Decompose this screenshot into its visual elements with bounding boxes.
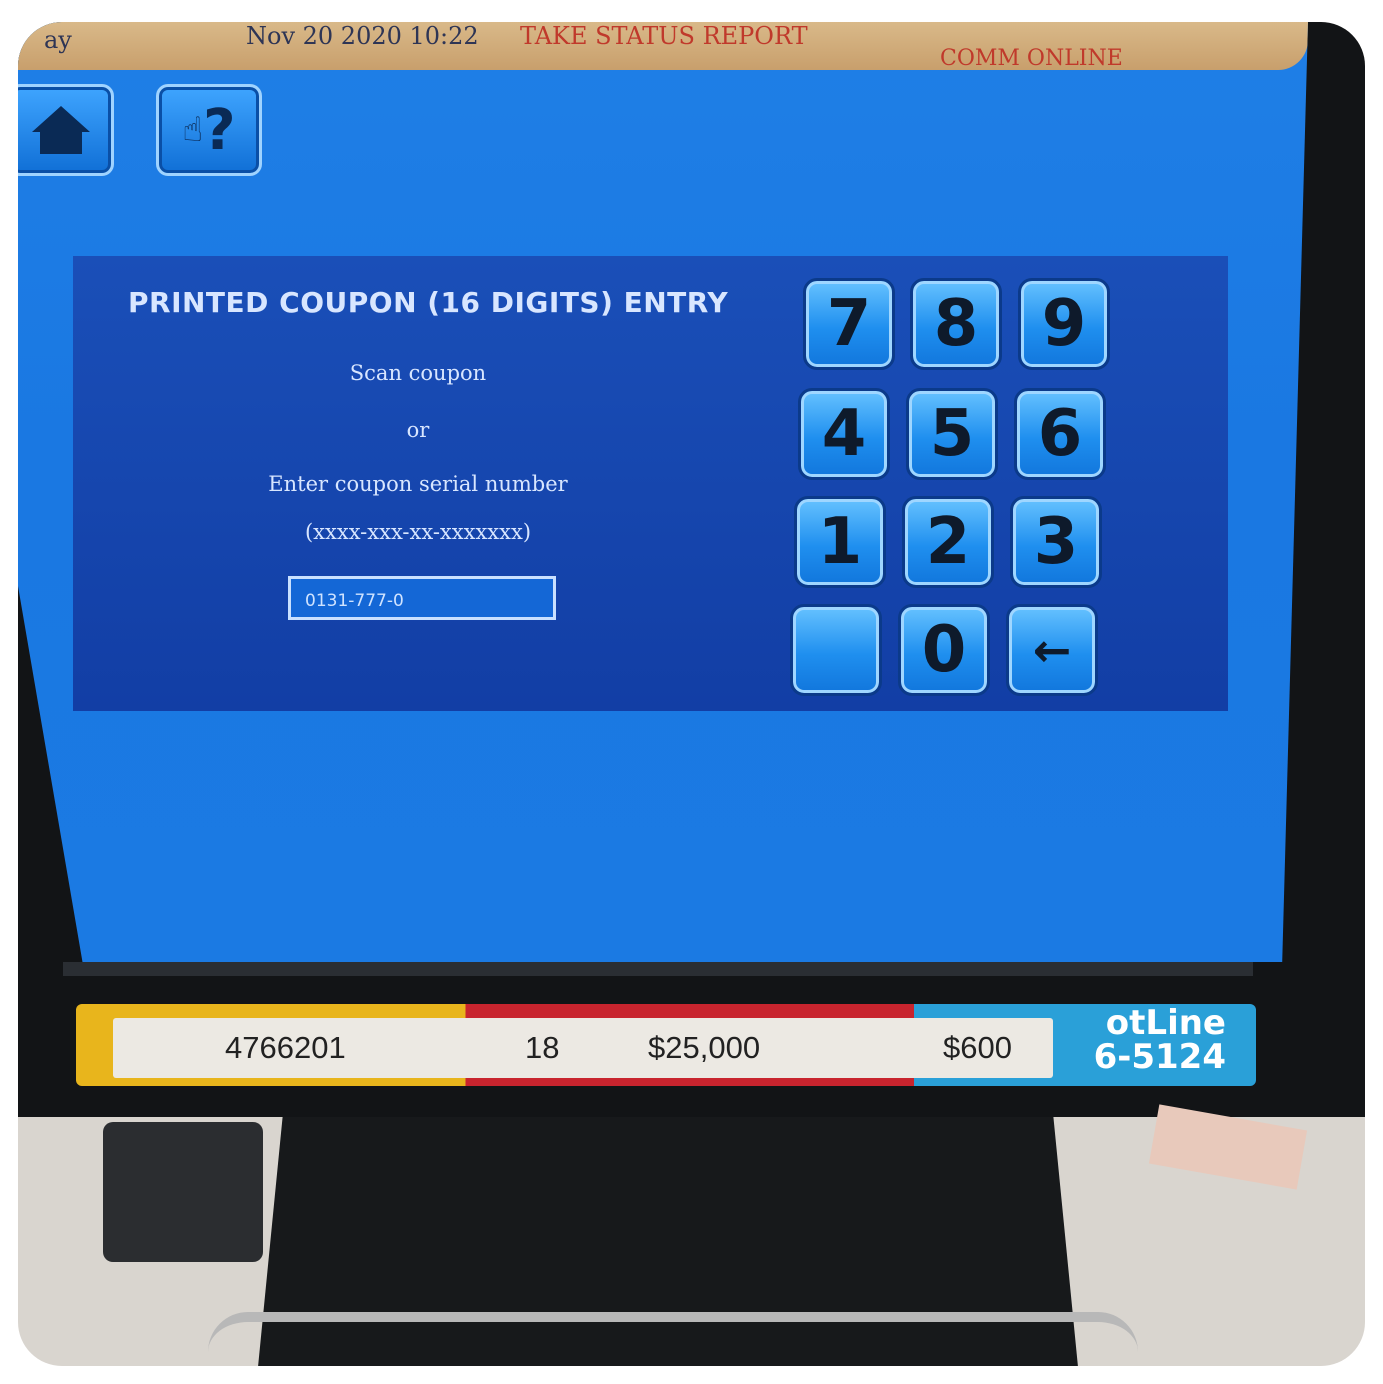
key-7[interactable]: 7 <box>803 278 895 370</box>
datetime-label: Nov 20 2020 10:22 <box>246 22 479 50</box>
pointer-icon: ☝ <box>182 110 204 150</box>
key-3[interactable]: 3 <box>1010 496 1102 588</box>
help-button[interactable]: ☝ ? <box>156 84 262 176</box>
numeric-keypad: 7 8 9 4 5 6 1 2 3 0 ← <box>778 278 1110 698</box>
photo-frame: ay Nov 20 2020 10:22 TAKE STATUS REPORT … <box>18 22 1365 1366</box>
status-bar: ay Nov 20 2020 10:22 TAKE STATUS REPORT … <box>18 22 1308 71</box>
terminal-screen: ay Nov 20 2020 10:22 TAKE STATUS REPORT … <box>18 22 1308 962</box>
connection-status: COMM ONLINE <box>940 46 1123 71</box>
key-1[interactable]: 1 <box>794 496 886 588</box>
retailer-label: 4766201 18 $25,000 $600 <box>113 1018 1053 1078</box>
serial-number-input[interactable]: 0131-777-0 <box>288 576 556 620</box>
back-arrow-icon: ← <box>1032 623 1072 677</box>
key-0[interactable]: 0 <box>898 604 990 696</box>
hotline-text: otLine 6-5124 <box>1094 1006 1226 1074</box>
hotline-line-2: 6-5124 <box>1093 1037 1226 1077</box>
paper-slips <box>1148 1104 1308 1190</box>
format-hint: (xxxx-xxx-xx-xxxxxxx) <box>304 520 532 544</box>
retailer-number: 4766201 <box>225 1030 346 1065</box>
key-8[interactable]: 8 <box>910 278 1002 370</box>
home-button[interactable] <box>18 84 114 176</box>
terminal-number: 18 <box>525 1030 560 1065</box>
ticket-tray-rail <box>208 1312 1138 1362</box>
key-blank[interactable] <box>790 604 882 696</box>
key-6[interactable]: 6 <box>1014 388 1106 480</box>
key-9[interactable]: 9 <box>1018 278 1110 370</box>
day-label: ay <box>44 26 72 54</box>
key-5[interactable]: 5 <box>906 388 998 480</box>
page-title: PRINTED COUPON (16 DIGITS) ENTRY <box>128 286 729 319</box>
coupon-entry-panel: PRINTED COUPON (16 DIGITS) ENTRY Scan co… <box>73 256 1228 711</box>
or-label: or <box>406 418 430 442</box>
cable-connector <box>103 1122 263 1262</box>
prize-amount-1: $25,000 <box>648 1030 761 1065</box>
home-icon <box>32 106 90 154</box>
scan-instruction: Scan coupon <box>349 361 487 385</box>
enter-instruction: Enter coupon serial number <box>268 472 568 496</box>
key-4[interactable]: 4 <box>798 388 890 480</box>
hotline-line-1: otLine <box>1105 1003 1226 1043</box>
prize-amount-2: $600 <box>943 1030 1012 1065</box>
screen-bottom-edge <box>63 962 1253 976</box>
backspace-key[interactable]: ← <box>1006 604 1098 696</box>
help-icon: ? <box>203 97 236 163</box>
key-2[interactable]: 2 <box>902 496 994 588</box>
status-message[interactable]: TAKE STATUS REPORT <box>520 22 808 50</box>
